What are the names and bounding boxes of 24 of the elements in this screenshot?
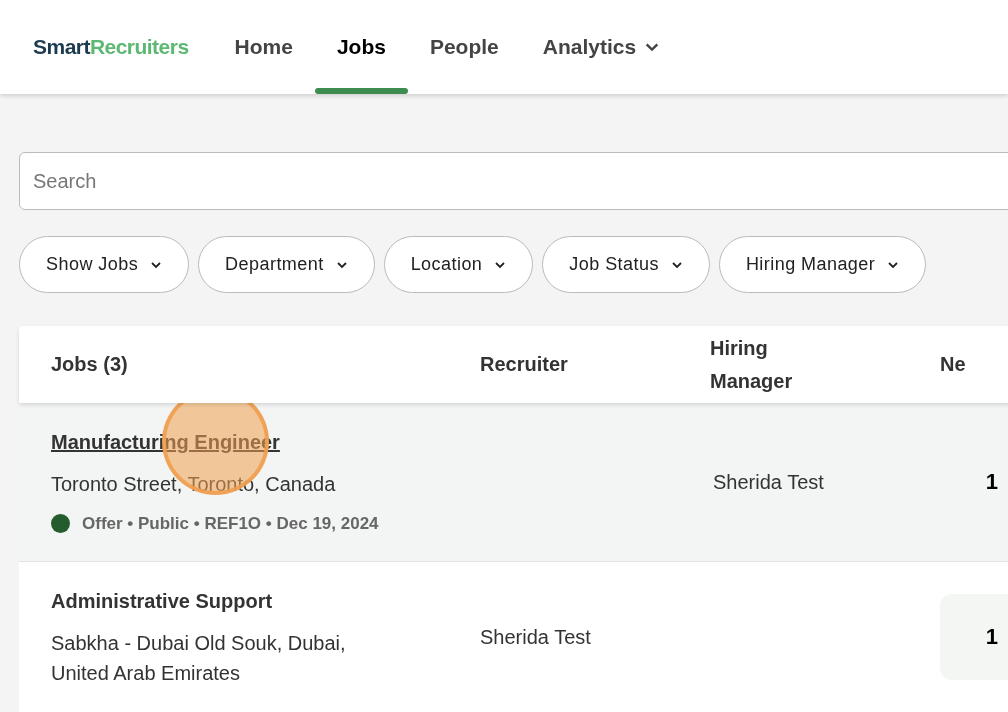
filter-dropdown[interactable]: Job Status bbox=[542, 236, 710, 293]
nav-tab[interactable]: Analytics bbox=[520, 0, 683, 94]
filter-dropdown[interactable]: Hiring Manager bbox=[718, 236, 927, 293]
filter-dropdown[interactable]: Department bbox=[198, 236, 375, 293]
job-status-text: Offer • Public • REF1O • Dec 19, 2024 bbox=[82, 513, 379, 535]
search-field[interactable]: Search bbox=[19, 152, 1008, 210]
nav-tab[interactable]: Home bbox=[212, 0, 315, 94]
new-count: 1 bbox=[940, 593, 1008, 680]
column-header[interactable]: Recruiter bbox=[480, 348, 590, 381]
column-header[interactable]: Ne bbox=[940, 348, 1008, 381]
new-count: 1 bbox=[984, 468, 999, 497]
recruiter-name: Sherida Test bbox=[480, 625, 591, 648]
filter-dropdown[interactable]: Location bbox=[383, 236, 534, 293]
nav-tab[interactable]: Jobs bbox=[314, 0, 408, 94]
column-header[interactable]: Jobs (3) bbox=[51, 348, 161, 381]
job-row[interactable]: Administrative Support Sabkha - Dubai Old Souk, Dubai, United Arab Emirates Sherida Test 1 bbox=[19, 561, 1008, 712]
job-location: Toronto Street, Toronto, Canada bbox=[51, 472, 337, 497]
column-header[interactable]: Hiring Manager bbox=[710, 331, 820, 398]
job-location: Sabkha - Dubai Old Souk, Dubai, United Arab Emirates bbox=[51, 630, 347, 686]
filter-dropdown[interactable]: Show Jobs bbox=[19, 236, 190, 293]
nav-tab[interactable]: People bbox=[407, 0, 521, 94]
hiring-manager-name: Sherida Test bbox=[712, 470, 824, 493]
job-title-link[interactable]: Administrative Support bbox=[51, 585, 480, 616]
brand-logo[interactable]: SmartRecruiters bbox=[33, 31, 189, 63]
